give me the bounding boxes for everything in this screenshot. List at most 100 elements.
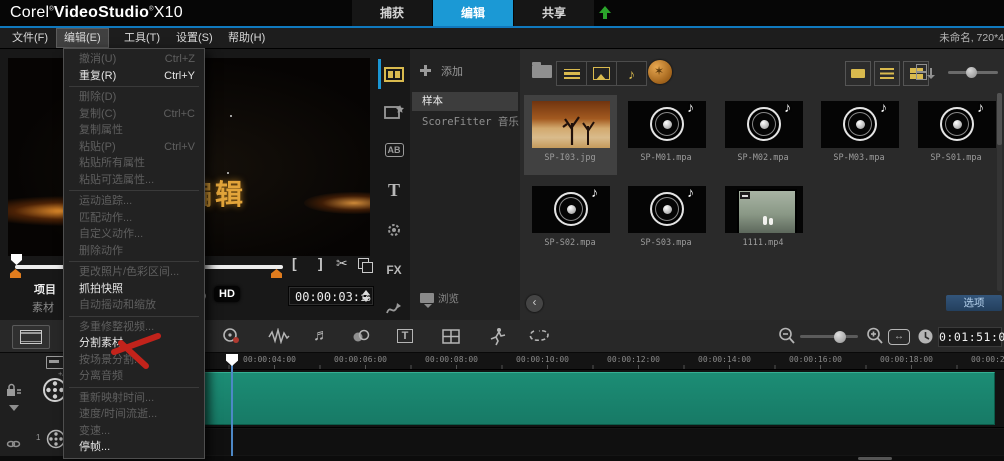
sound-mixer-icon[interactable] [268,326,290,346]
mark-in-button[interactable]: [ [292,255,297,271]
menu-tools[interactable]: 工具(T) [116,28,168,48]
filter-audio-icon[interactable]: ♪ [617,62,646,85]
menu-item-motion-tracking[interactable]: 运动追踪... [64,193,204,210]
video-track[interactable]: 1111.mp4 [110,370,1004,428]
menu-item-copy[interactable]: 复制(C)Ctrl+C [64,106,204,123]
filter-video-icon[interactable] [557,62,587,85]
slider-knob[interactable] [966,67,977,78]
browse-button[interactable]: 浏览 [420,291,459,306]
graphic-category-icon[interactable] [382,217,406,243]
trim-start-handle[interactable] [10,269,21,278]
gallery-scrollbar[interactable] [997,93,1002,291]
zoom-out-icon[interactable] [776,326,798,346]
upgrade-arrow-icon[interactable] [598,6,612,20]
filter-category-icon[interactable]: FX [382,257,406,283]
menu-file[interactable]: 文件(F) [4,28,56,48]
menu-item-multi-trim-video[interactable]: 多重修整视频... [64,319,204,336]
menu-item-paste-all-attributes[interactable]: 粘贴所有属性 [64,155,204,172]
scrollbar-thumb[interactable] [858,457,892,460]
record-capture-option-icon[interactable] [220,326,242,346]
view-list-icon[interactable] [874,61,900,86]
fit-project-to-window-icon[interactable]: ↔ [888,329,910,345]
media-thumbnail[interactable]: ♪ SP-S03.mpa [620,180,713,260]
media-thumbnail[interactable]: 1111.mp4 [717,180,810,260]
menu-item-undo[interactable]: 撤消(U)Ctrl+Z [64,51,204,68]
media-thumbnail[interactable]: ♪ SP-M03.mpa [813,95,906,175]
motion-path-category-icon[interactable] [382,295,406,321]
scrubber-playhead[interactable] [11,254,22,265]
timeline-playhead-line[interactable] [231,354,233,456]
options-button[interactable]: 选项 [946,295,1002,311]
menu-item-split-audio[interactable]: 分离音频 [64,368,204,385]
menu-item-paste[interactable]: 粘贴(P)Ctrl+V [64,139,204,156]
filter-photo-icon[interactable] [587,62,617,85]
menu-settings[interactable]: 设置(S) [168,28,221,48]
instant-project-icon[interactable] [382,99,406,125]
menu-item-take-snapshot[interactable]: 抓拍快照 [64,281,204,298]
trim-end-handle[interactable] [271,269,282,278]
collapse-panel-button[interactable]: ‹ [526,295,543,312]
menu-item-copy-attributes[interactable]: 复制属性 [64,122,204,139]
nav-item-samples[interactable]: 样本 [412,92,518,111]
menu-item-speed-time-lapse[interactable]: 速度/时间流逝... [64,406,204,423]
timecode-stepper[interactable] [362,289,370,303]
auto-music-score-icon[interactable]: ♬ [310,326,332,346]
mode-clip-button[interactable]: 素材 [32,299,54,315]
menu-item-auto-pan-zoom[interactable]: 自动摇动和缩放 [64,297,204,314]
media-thumbnail[interactable]: ♪ SP-S01.mpa [910,95,1003,175]
menu-item-freeze-frame[interactable]: 停帧... [64,439,204,456]
timeline-ruler[interactable]: 00:00:04:00 00:00:06:00 00:00:08:00 00:0… [110,353,1004,370]
menu-item-paste-optional-attributes[interactable]: 粘贴可选属性... [64,172,204,189]
thumbnail-size-slider[interactable] [948,71,998,74]
storyboard-view-button[interactable] [12,325,50,349]
overlay-options-icon[interactable] [350,326,372,346]
tab-capture[interactable]: 捕获 [352,0,432,26]
zoom-in-icon[interactable] [864,326,886,346]
add-folder-button[interactable]: 添加 [420,63,463,83]
menu-item-split-by-scene[interactable]: 按场景分割... [64,352,204,369]
tab-edit[interactable]: 编辑 [433,0,513,26]
transition-category-icon[interactable]: AB [382,137,406,163]
menu-help[interactable]: 帮助(H) [220,28,273,48]
overlay-track[interactable] [110,429,1004,455]
menu-item-customize-motion[interactable]: 自定义动作... [64,226,204,243]
expand-tracks-icon[interactable] [9,405,19,411]
project-duration-icon[interactable] [914,326,936,346]
sort-icon[interactable] [916,64,932,80]
menu-item-time-remapping[interactable]: 重新映射时间... [64,390,204,407]
timeline-timecode[interactable]: 0:01:51:04 [938,327,1002,347]
media-thumbnail[interactable]: ♪ SP-M02.mpa [717,95,810,175]
split-screen-template-icon[interactable] [440,326,462,346]
enlarge-preview-icon[interactable] [358,258,369,269]
timeline-clip[interactable]: 1111.mp4 [112,372,995,425]
lock-track-icon[interactable] [6,383,22,402]
title-category-icon[interactable]: T [382,177,406,203]
menu-edit[interactable]: 编辑(E) [56,28,109,48]
track-motion-icon[interactable] [528,326,550,346]
ripple-link-icon[interactable] [6,437,21,455]
motion-tracking-icon[interactable] [486,326,508,346]
media-thumbnail[interactable]: SP-I03.jpg [524,95,617,175]
tab-share[interactable]: 共享 [514,0,594,26]
nav-item-scorefitter[interactable]: ScoreFitter 音乐 [412,113,518,132]
subtitle-editor-icon[interactable]: T [394,326,416,346]
mark-out-button[interactable]: ] [318,255,323,271]
timeline-zoom-slider[interactable] [800,335,858,338]
menu-item-delete[interactable]: 删除(D) [64,89,204,106]
view-thumb-icon[interactable] [845,61,871,86]
menu-item-remove-motion[interactable]: 删除动作 [64,243,204,260]
zoom-slider-knob[interactable] [834,331,846,343]
menu-item-variable-speed[interactable]: 变速... [64,423,204,440]
media-category-icon[interactable] [382,61,406,87]
preview-timecode[interactable]: 00:00:03:16 [288,286,374,306]
import-folder-icon[interactable] [532,65,552,78]
menu-item-change-photo-color-duration[interactable]: 更改照片/色彩区间... [64,264,204,281]
media-thumbnail[interactable]: ♪ SP-M01.mpa [620,95,713,175]
auto-music-icon[interactable] [648,60,672,84]
menu-item-repeat[interactable]: 重复(R)Ctrl+Y [64,68,204,85]
media-thumbnail[interactable]: ♪ SP-S02.mpa [524,180,617,260]
split-clip-button[interactable]: ✂ [336,255,348,272]
mode-project-button[interactable]: 项目 [34,281,56,297]
menu-item-split-clip[interactable]: 分割素材 [64,335,204,352]
menu-item-match-motion[interactable]: 匹配动作... [64,210,204,227]
